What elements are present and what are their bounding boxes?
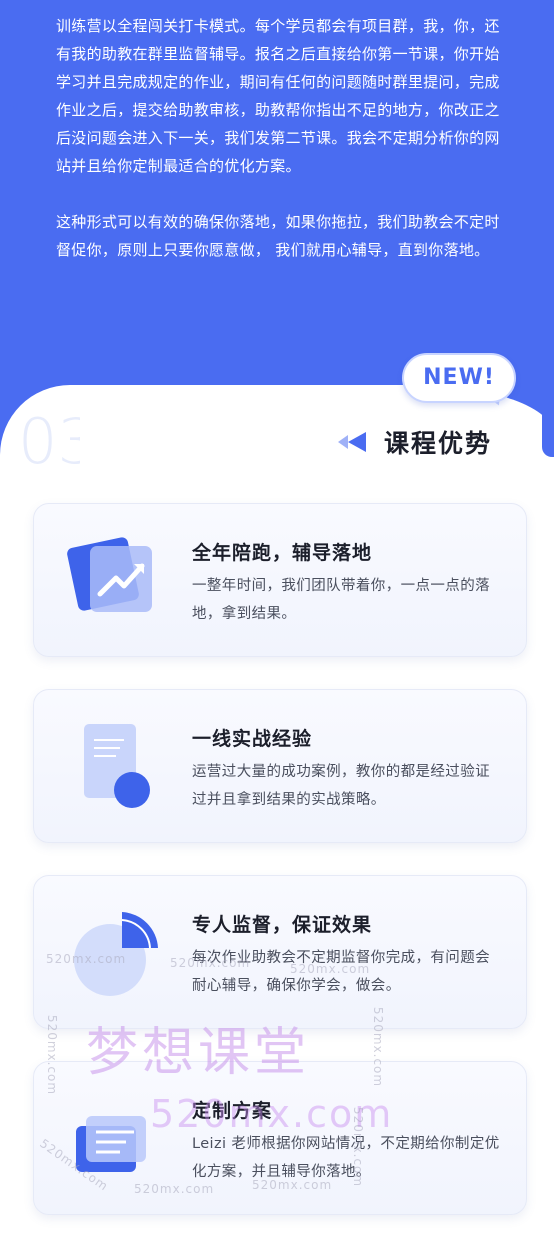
card-title: 专人监督，保证效果 [192,914,373,936]
advantage-card: 一线实战经验 运营过大量的成功案例，教你的都是经过验证过并且拿到结果的实战策略。 [33,689,527,843]
section-heading: 课程优势 [336,424,492,460]
card-description: 运营过大量的成功案例，教你的都是经过验证过并且拿到结果的实战策略。 [192,764,490,808]
arrow-left-icon [338,432,366,452]
trend-chart-icon [67,537,152,612]
card-title: 全年陪跑，辅导落地 [192,542,373,564]
watermark-domain: 520mx.com [134,1182,215,1196]
card-description: 一整年时间，我们团队带着你，一点一点的落地，拿到结果。 [192,578,490,622]
watermark-domain: 520mx.com [252,1178,333,1192]
section-title: 课程优势 [384,429,493,458]
watermark-domain: 520mx.com [290,962,371,976]
side-tab [542,395,554,457]
watermark-brand: 梦想课堂 [86,1023,311,1083]
watermark-domain: 520mx.com [170,956,251,970]
intro-text: 训练营以全程闯关打卡模式。每个学员都会有项目群，我，你，还有我的助教在群里监督辅… [56,12,504,292]
section-number: 03 [18,405,80,478]
watermark-domain: 520mx.com [45,1014,60,1096]
watermark-domain: 520mx.com [46,952,127,966]
watermark-domain: 520mx.com [371,1006,386,1088]
advantage-card: 全年陪跑，辅导落地 一整年时间，我们团队带着你，一点一点的落地，拿到结果。 [33,503,527,657]
intro-paragraph: 训练营以全程闯关打卡模式。每个学员都会有项目群，我，你，还有我的助教在群里监督辅… [56,17,500,175]
card-title: 一线实战经验 [192,728,313,750]
card-description: Leizi 老师根据你网站情况，不定期给你制定优化方案，并且辅导你落地。 [192,1136,500,1180]
document-icon [84,724,150,808]
new-badge: NEW! [402,353,516,403]
intro-paragraph: 这种形式可以有效的确保你落地，如果你拖拉，我们助教会不定时督促你，原则上只要你愿… [56,213,500,259]
watermark-domain: 520mx.com [351,1106,366,1188]
